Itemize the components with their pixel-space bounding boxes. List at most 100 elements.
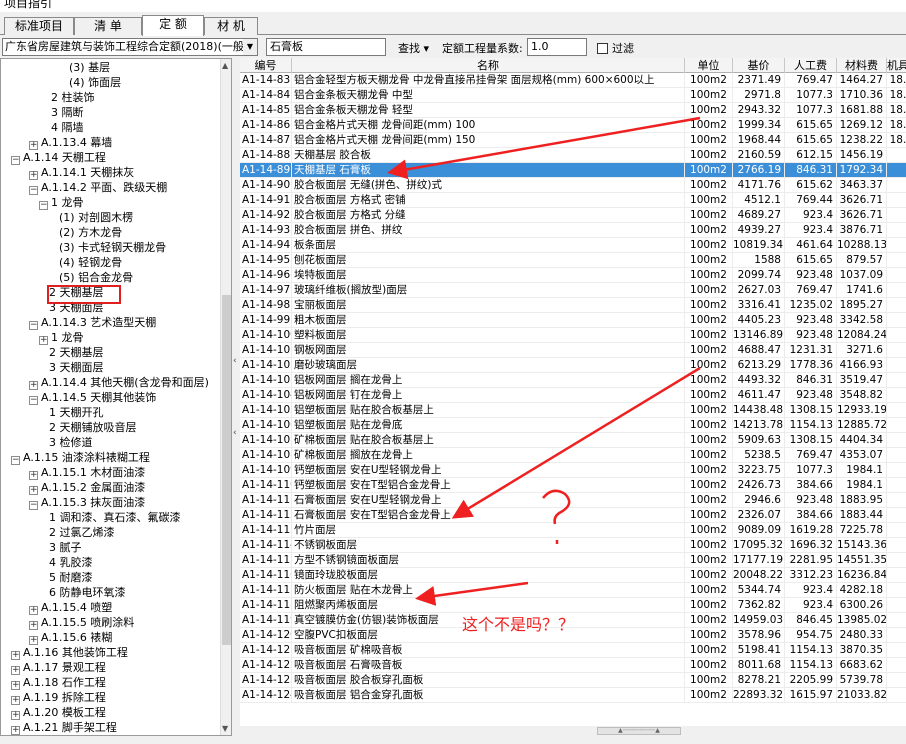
tab-bill[interactable]: 清 单 bbox=[74, 17, 142, 35]
tree-node[interactable]: (4) 饰面层 bbox=[69, 75, 121, 90]
tree-node[interactable]: 1 调和漆、真石漆、氟碳漆 bbox=[49, 510, 181, 525]
expand-icon[interactable]: + bbox=[11, 696, 20, 705]
tree-node[interactable]: 2 过氯乙烯漆 bbox=[49, 525, 115, 540]
table-row[interactable]: A1-14-111 石膏板面层 安在U型轻钢龙骨上 100m2 2946.6 923.4… bbox=[240, 493, 906, 508]
tree-node[interactable]: − A.1.14.2 平面、跌级天棚 bbox=[29, 180, 167, 195]
tree-node[interactable]: − A.1.14.3 艺术造型天棚 bbox=[29, 315, 156, 330]
tree-node[interactable]: −1 龙骨 bbox=[39, 195, 84, 210]
tree-node[interactable]: + A.1.15.4 喷塑 bbox=[29, 600, 112, 615]
quota-chapter-tree[interactable]: (3) 基层 (4) 饰面层 2 柱装饰 3 隔断 4 隔墙 + A.1.13.4 幕墙 − A… bbox=[0, 58, 232, 736]
search-input[interactable]: 石膏板 bbox=[266, 38, 386, 56]
tree-node[interactable]: + A.1.18 石作工程 bbox=[11, 675, 106, 690]
expand-icon[interactable]: + bbox=[29, 141, 38, 150]
tree-node[interactable]: (3) 卡式轻钢天棚龙骨 bbox=[59, 240, 166, 255]
expand-icon[interactable]: + bbox=[29, 621, 38, 630]
tree-node[interactable]: + A.1.19 拆除工程 bbox=[11, 690, 106, 705]
horizontal-scrollbar[interactable]: ▲┈┈┈┈┈┈┈┈┈▲ bbox=[240, 726, 906, 736]
checkbox-box[interactable] bbox=[597, 43, 608, 54]
tree-node[interactable]: 3 隔断 bbox=[51, 105, 84, 120]
table-row[interactable]: A1-14-115 方型不锈钢镜面板面层 100m2 17177.19 2281.95 1… bbox=[240, 553, 906, 568]
tree-node[interactable]: + A.1.21 脚手架工程 bbox=[11, 720, 117, 735]
quota-factor-input[interactable]: 1.0 bbox=[527, 38, 587, 56]
tree-node[interactable]: + A.1.14.1 天棚抹灰 bbox=[29, 165, 134, 180]
expand-icon[interactable]: + bbox=[11, 711, 20, 720]
table-row[interactable]: A1-14-116 镜面玲珑胶板面层 100m2 20048.22 3312.23 162… bbox=[240, 568, 906, 583]
collapse-icon[interactable]: − bbox=[11, 156, 20, 165]
tree-node[interactable]: (1) 对剖圆木楞 bbox=[59, 210, 133, 225]
table-row[interactable]: A1-14-104 铝板网面层 钉在龙骨上 100m2 4611.47 923.48 35… bbox=[240, 388, 906, 403]
table-row[interactable]: A1-14-114 不锈钢板面层 100m2 17095.32 1696.32 15143… bbox=[240, 538, 906, 553]
tree-node[interactable]: + A.1.20 模板工程 bbox=[11, 705, 106, 720]
tree-node[interactable]: + A.1.15.1 木材面油漆 bbox=[29, 465, 145, 480]
column-header[interactable]: 基价 bbox=[733, 58, 785, 73]
chevron-down-icon[interactable]: ▼ bbox=[243, 39, 257, 55]
table-row[interactable]: A1-14-96 埃特板面层 100m2 2099.74 923.48 1037.09 bbox=[240, 268, 906, 283]
tree-node[interactable]: 3 检修道 bbox=[49, 435, 93, 450]
collapse-left-icon[interactable]: ‹ bbox=[233, 356, 237, 366]
tree-node[interactable]: + A.1.14.4 其他天棚(含龙骨和面层) bbox=[29, 375, 209, 390]
column-header[interactable]: 人工费 bbox=[785, 58, 837, 73]
table-row[interactable]: A1-14-89 天棚基层 石膏板 100m2 2766.19 846.31 1792.3… bbox=[240, 163, 906, 178]
expand-icon[interactable]: + bbox=[29, 171, 38, 180]
expand-icon[interactable]: + bbox=[11, 666, 20, 675]
tab-standard-items[interactable]: 标准项目 bbox=[4, 17, 74, 35]
column-header[interactable]: 编号 bbox=[240, 58, 292, 73]
column-header[interactable]: 材料费 bbox=[837, 58, 887, 73]
expand-icon[interactable]: + bbox=[29, 471, 38, 480]
tree-node[interactable]: 2 天棚基层 bbox=[49, 345, 104, 360]
table-row[interactable]: A1-14-106 铝塑板面层 贴在龙骨底 100m2 14213.78 1154.13… bbox=[240, 418, 906, 433]
tree-node[interactable]: − A.1.14.5 天棚其他装饰 bbox=[29, 390, 156, 405]
table-row[interactable]: A1-14-87 铝合金格片式天棚 龙骨间距(mm) 150 100m2 1968.4… bbox=[240, 133, 906, 148]
expand-icon[interactable]: + bbox=[11, 726, 20, 735]
collapse-icon[interactable]: − bbox=[39, 201, 48, 210]
table-row[interactable]: A1-14-98 宝丽板面层 100m2 3316.41 1235.02 1895.27 bbox=[240, 298, 906, 313]
table-row[interactable]: A1-14-113 竹片面层 100m2 9089.09 1619.28 7225.78 bbox=[240, 523, 906, 538]
table-row[interactable]: A1-14-86 铝合金格片式天棚 龙骨间距(mm) 100 100m2 1999.3… bbox=[240, 118, 906, 133]
tree-node[interactable]: + A.1.17 景观工程 bbox=[11, 660, 106, 675]
table-row[interactable]: A1-14-90 胶合板面层 无缝(拼色、拼纹)式 100m2 4171.76 615.… bbox=[240, 178, 906, 193]
column-header[interactable]: 单位 bbox=[685, 58, 733, 73]
collapse-icon[interactable]: − bbox=[29, 396, 38, 405]
table-row[interactable]: A1-14-121 吸音板面层 矿棉吸音板 100m2 5198.41 1154.13 3… bbox=[240, 643, 906, 658]
table-row[interactable]: A1-14-100 塑料板面层 100m2 13146.89 923.48 12084.2… bbox=[240, 328, 906, 343]
tree-node[interactable]: 3 天棚面层 bbox=[49, 360, 104, 375]
tab-materials[interactable]: 材 机 bbox=[204, 17, 258, 35]
tree-node[interactable]: 6 防静电环氧漆 bbox=[49, 585, 126, 600]
tree-node[interactable]: (2) 方木龙骨 bbox=[59, 225, 122, 240]
table-row[interactable]: A1-14-110 钙塑板面层 安在T型铝合金龙骨上 100m2 2426.73 384… bbox=[240, 478, 906, 493]
expand-icon[interactable]: + bbox=[39, 336, 48, 345]
collapse-icon[interactable]: − bbox=[29, 501, 38, 510]
table-row[interactable]: A1-14-93 胶合板面层 拼色、拼纹 100m2 4939.27 923.4 3876… bbox=[240, 223, 906, 238]
table-row[interactable]: A1-14-112 石膏板面层 安在T型铝合金龙骨上 100m2 2326.07 384… bbox=[240, 508, 906, 523]
tree-node[interactable]: 2 天棚铺放吸音层 bbox=[49, 420, 137, 435]
tree-node[interactable]: − A.1.15 油漆涂料裱糊工程 bbox=[11, 450, 150, 465]
table-row[interactable]: A1-14-91 胶合板面层 方格式 密铺 100m2 4512.1 769.44 362… bbox=[240, 193, 906, 208]
table-row[interactable]: A1-14-123 吸音板面层 胶合板穿孔面板 100m2 8278.21 2205.9… bbox=[240, 673, 906, 688]
tree-node[interactable]: + A.1.16 其他装饰工程 bbox=[11, 645, 128, 660]
tree-node[interactable]: (4) 轻钢龙骨 bbox=[59, 255, 122, 270]
table-row[interactable]: A1-14-103 铝板网面层 搁在龙骨上 100m2 4493.32 846.31 35… bbox=[240, 373, 906, 388]
table-row[interactable]: A1-14-83 铝合金轻型方板天棚龙骨 中龙骨直接吊挂骨架 面层规格(mm) 6… bbox=[240, 73, 906, 88]
collapse-icon[interactable]: − bbox=[29, 321, 38, 330]
tree-node[interactable]: 5 耐磨漆 bbox=[49, 570, 93, 585]
table-row[interactable]: A1-14-107 矿棉板面层 贴在胶合板基层上 100m2 5909.63 1308.… bbox=[240, 433, 906, 448]
expand-icon[interactable]: + bbox=[29, 606, 38, 615]
expand-icon[interactable]: + bbox=[11, 681, 20, 690]
find-button[interactable]: 查找 ▾ bbox=[398, 40, 429, 56]
scroll-up-icon[interactable]: ▲ bbox=[222, 61, 228, 70]
table-row[interactable]: A1-14-92 胶合板面层 方格式 分缝 100m2 4689.27 923.4 362… bbox=[240, 208, 906, 223]
tree-scrollbar-thumb[interactable] bbox=[222, 295, 231, 645]
column-header[interactable]: 机具费 bbox=[887, 58, 906, 73]
tree-node[interactable]: + A.1.15.5 喷刷涂料 bbox=[29, 615, 134, 630]
scroll-down-icon[interactable]: ▼ bbox=[222, 724, 228, 733]
tree-node[interactable]: − A.1.15.3 抹灰面油漆 bbox=[29, 495, 145, 510]
tree-node[interactable]: 1 天棚开孔 bbox=[49, 405, 104, 420]
table-row[interactable]: A1-14-124 吸音板面层 铝合金穿孔面板 100m2 22893.32 1615.… bbox=[240, 688, 906, 703]
panel-splitter[interactable]: ‹ ‹ bbox=[233, 58, 240, 736]
table-row[interactable]: A1-14-88 天棚基层 胶合板 100m2 2160.59 612.15 1456.1… bbox=[240, 148, 906, 163]
quota-library-select[interactable]: 广东省房屋建筑与装饰工程综合定额(2018)(一般计税 ▼ bbox=[2, 38, 258, 56]
table-row[interactable]: A1-14-84 铝合金条板天棚龙骨 中型 100m2 2971.8 1077.3 171… bbox=[240, 88, 906, 103]
table-row[interactable]: A1-14-101 钢板网面层 100m2 4688.47 1231.31 3271.6 bbox=[240, 343, 906, 358]
filter-checkbox[interactable]: 过滤 bbox=[597, 40, 634, 56]
table-row[interactable]: A1-14-95 刨花板面层 100m2 1588 615.65 879.57 bbox=[240, 253, 906, 268]
